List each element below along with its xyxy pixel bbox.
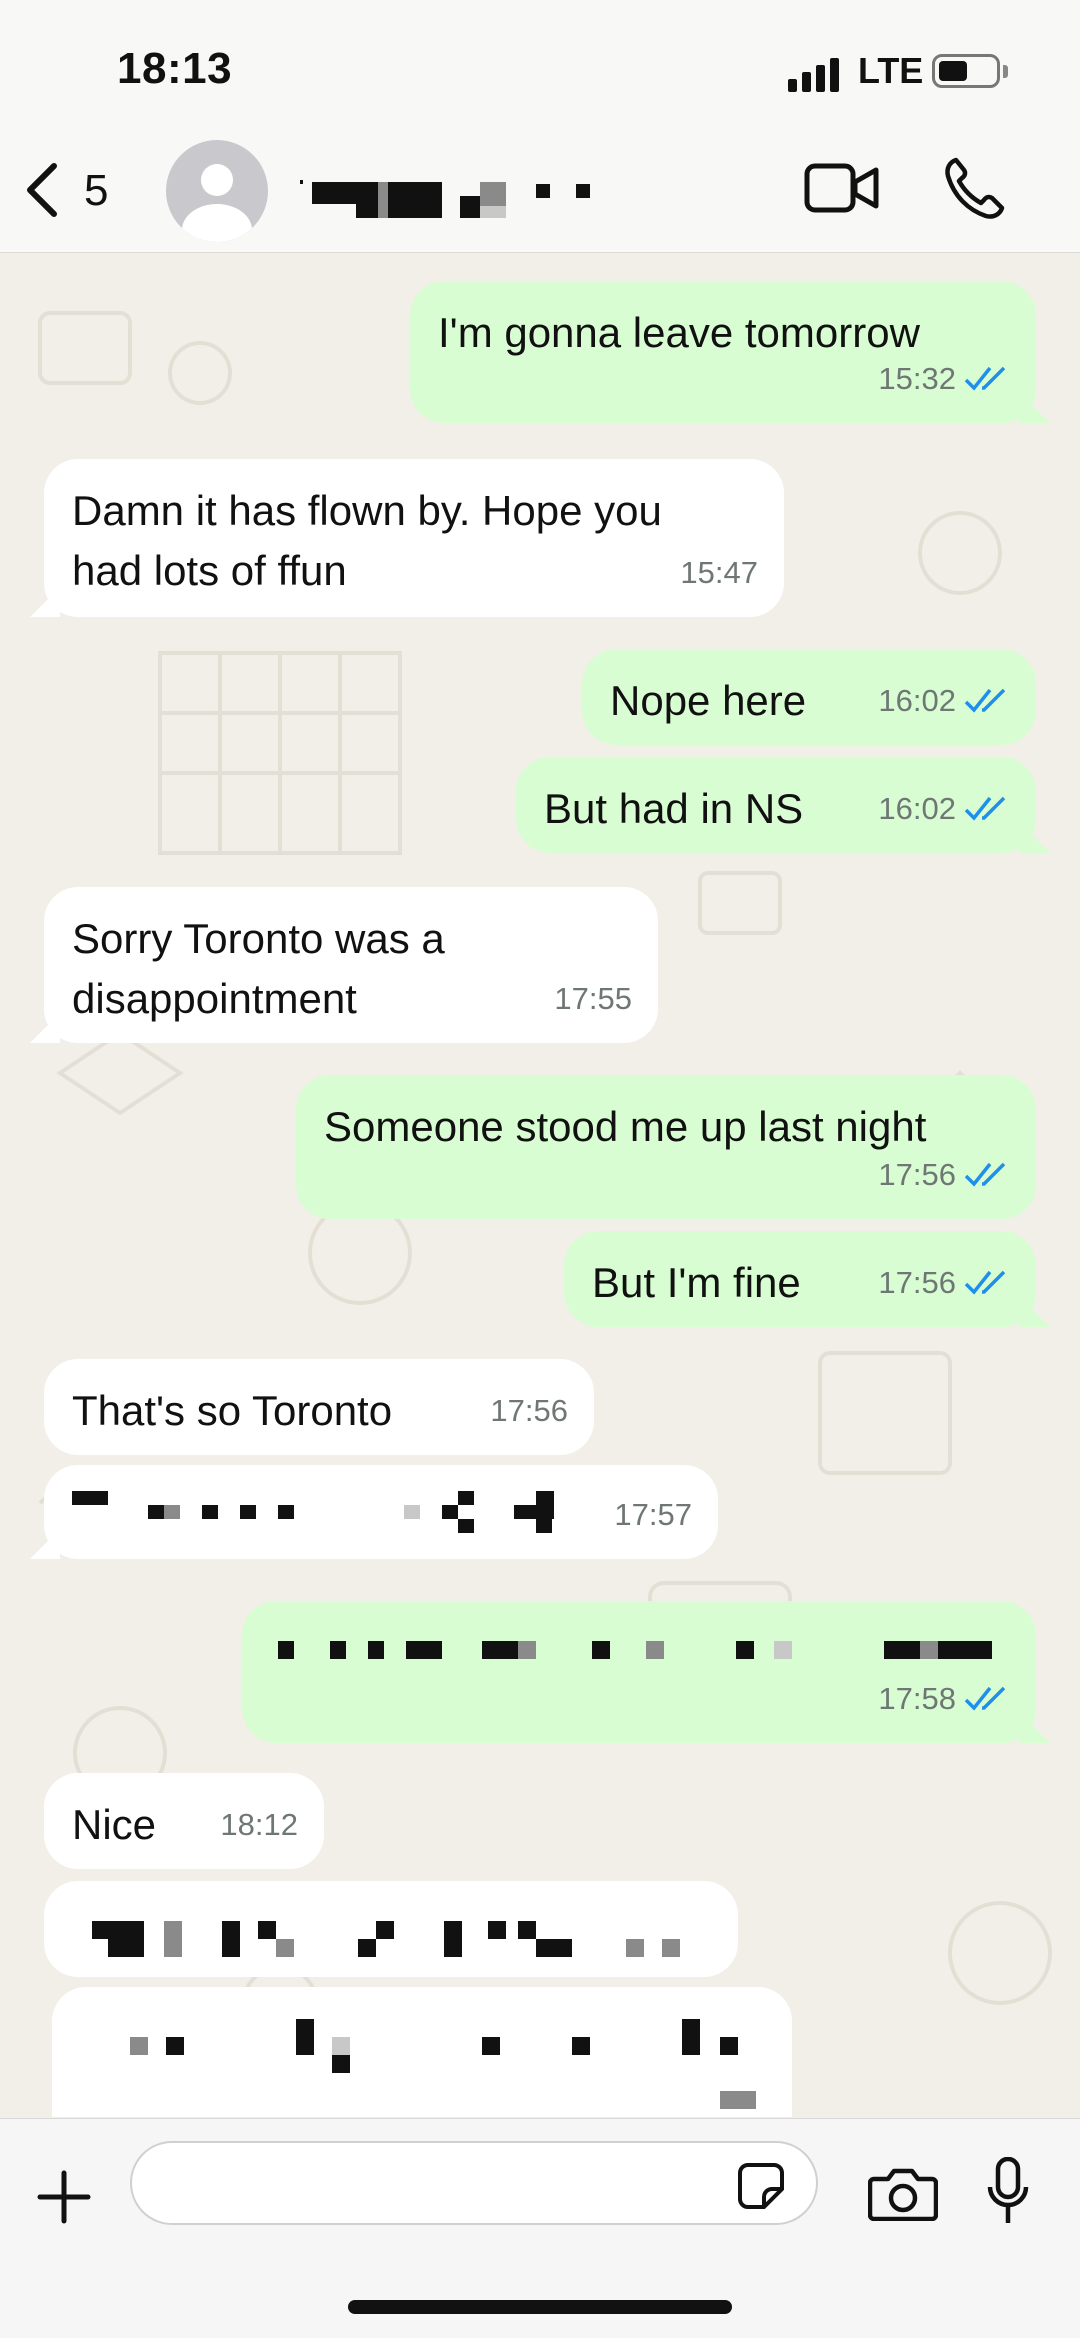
battery-tip bbox=[1003, 65, 1008, 78]
message-time: 17:56 bbox=[490, 1393, 568, 1428]
sticker-icon[interactable] bbox=[736, 2161, 786, 2211]
message-text: Damn it has flown by. Hope you had lots … bbox=[72, 487, 662, 594]
message-incoming[interactable]: Sorry Toronto was a disappointment 17:55 bbox=[44, 887, 658, 1043]
message-incoming-redacted[interactable] bbox=[44, 1881, 738, 1977]
contact-name-redacted[interactable] bbox=[300, 168, 600, 228]
battery-icon bbox=[932, 54, 1000, 88]
message-incoming[interactable]: That's so Toronto 17:56 bbox=[44, 1359, 594, 1455]
message-meta: 17:57 bbox=[614, 1485, 692, 1545]
message-time: 17:58 bbox=[878, 1681, 956, 1716]
message-outgoing[interactable]: Someone stood me up last night 17:56 bbox=[296, 1075, 1036, 1219]
message-meta: 18:12 bbox=[220, 1795, 298, 1855]
message-incoming[interactable]: Damn it has flown by. Hope you had lots … bbox=[44, 459, 784, 617]
double-check-read-icon bbox=[964, 366, 1006, 391]
contact-avatar[interactable] bbox=[166, 140, 268, 242]
chat-messages[interactable]: I'm gonna leave tomorrow 15:32 Damn it h… bbox=[0, 253, 1080, 2117]
message-meta: 17:55 bbox=[554, 969, 632, 1029]
signal-strength-icon bbox=[788, 58, 842, 92]
status-time: 18:13 bbox=[117, 44, 233, 93]
message-meta: 17:56 bbox=[878, 1253, 1010, 1313]
message-time: 16:02 bbox=[878, 791, 956, 826]
message-meta: 16:02 bbox=[878, 671, 1010, 731]
double-check-read-icon bbox=[964, 688, 1006, 713]
message-time: 17:55 bbox=[554, 981, 632, 1016]
message-incoming[interactable]: Nice 18:12 bbox=[44, 1773, 324, 1869]
chat-header: 18:13 LTE 5 bbox=[0, 0, 1080, 253]
message-outgoing[interactable]: But had in NS 16:02 bbox=[516, 757, 1036, 853]
message-outgoing[interactable]: Nope here 16:02 bbox=[582, 649, 1036, 745]
double-check-read-icon bbox=[964, 1270, 1006, 1295]
message-time: 15:32 bbox=[878, 361, 956, 396]
microphone-icon[interactable] bbox=[986, 2157, 1030, 2227]
message-time: 18:12 bbox=[220, 1807, 298, 1842]
back-chevron-icon[interactable] bbox=[20, 160, 64, 220]
attach-plus-icon[interactable] bbox=[36, 2169, 92, 2225]
phone-call-icon[interactable] bbox=[942, 156, 1006, 220]
message-time: 15:47 bbox=[680, 555, 758, 590]
double-check-read-icon bbox=[964, 1162, 1006, 1187]
message-meta: 17:56 bbox=[490, 1381, 568, 1441]
message-time: 16:02 bbox=[878, 683, 956, 718]
message-meta: 16:02 bbox=[878, 779, 1010, 839]
message-input[interactable] bbox=[130, 2141, 818, 2225]
camera-icon[interactable] bbox=[868, 2165, 938, 2221]
message-meta: 15:47 bbox=[680, 543, 758, 603]
message-meta: 15:32 bbox=[878, 349, 1010, 409]
message-time: 17:56 bbox=[878, 1157, 956, 1192]
double-check-read-icon bbox=[964, 796, 1006, 821]
message-outgoing[interactable]: I'm gonna leave tomorrow 15:32 bbox=[410, 281, 1036, 423]
message-time: 17:57 bbox=[614, 1497, 692, 1532]
message-meta: 17:58 bbox=[878, 1669, 1010, 1729]
message-outgoing[interactable]: But I'm fine 17:56 bbox=[564, 1231, 1036, 1327]
message-outgoing-redacted[interactable]: 17:58 bbox=[242, 1601, 1036, 1743]
unread-chats-count[interactable]: 5 bbox=[84, 166, 108, 216]
home-indicator bbox=[348, 2300, 732, 2314]
message-text: Sorry Toronto was a disappointment bbox=[72, 915, 445, 1022]
video-call-icon[interactable] bbox=[804, 160, 880, 216]
message-time: 17:56 bbox=[878, 1265, 956, 1300]
message-incoming-redacted[interactable] bbox=[52, 1987, 792, 2117]
message-meta: 17:56 bbox=[878, 1145, 1010, 1205]
network-type: LTE bbox=[858, 50, 924, 91]
double-check-read-icon bbox=[964, 1686, 1006, 1711]
message-incoming-redacted[interactable]: 17:57 bbox=[44, 1465, 718, 1559]
